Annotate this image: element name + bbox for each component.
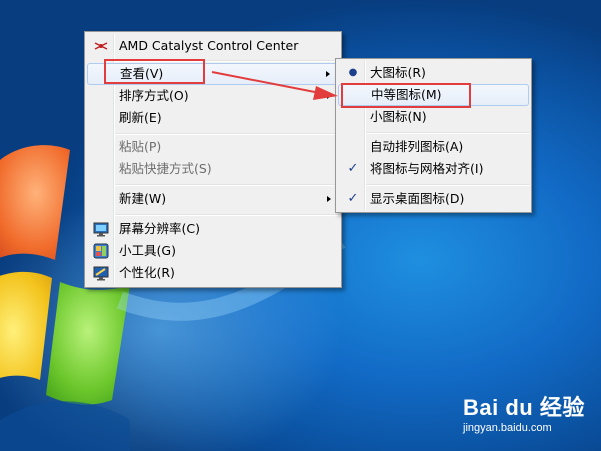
- submenu-arrow-icon: [326, 71, 330, 77]
- screen-resolution-icon: [93, 221, 109, 237]
- view-submenu: ● 大图标(R) 中等图标(M) 小图标(N) 自动排列图标(A) ✓ 将图标与…: [335, 58, 532, 213]
- amd-catalyst-icon: [93, 38, 109, 54]
- menu-item-small-icons[interactable]: 小图标(N): [338, 106, 529, 128]
- menu-item-label: 将图标与网格对齐(I): [370, 161, 484, 176]
- menu-item-auto-arrange[interactable]: 自动排列图标(A): [338, 136, 529, 158]
- menu-item-label: 显示桌面图标(D): [370, 191, 465, 206]
- personalize-icon: [93, 265, 109, 281]
- baidu-jingyan-watermark: Bai du 经验 jingyan.baidu.com: [463, 390, 585, 434]
- menu-separator: [366, 184, 529, 186]
- menu-item-personalize[interactable]: 个性化(R): [87, 262, 339, 284]
- submenu-arrow-icon: [327, 93, 331, 99]
- watermark-url: jingyan.baidu.com: [463, 422, 552, 434]
- menu-item-show-desktop-icons[interactable]: ✓ 显示桌面图标(D): [338, 188, 529, 210]
- menu-item-label: 刷新(E): [119, 110, 162, 125]
- menu-item-paste: 粘贴(P): [87, 136, 339, 158]
- menu-item-screen-resolution[interactable]: 屏幕分辨率(C): [87, 218, 339, 240]
- menu-item-align-to-grid[interactable]: ✓ 将图标与网格对齐(I): [338, 158, 529, 180]
- menu-item-amd-catalyst[interactable]: AMD Catalyst Control Center: [87, 35, 339, 57]
- menu-item-label: 粘贴快捷方式(S): [119, 161, 212, 176]
- menu-item-label: 粘贴(P): [119, 139, 162, 154]
- watermark-logo: Bai du 经验: [463, 395, 585, 420]
- menu-item-sort-by[interactable]: 排序方式(O): [87, 85, 339, 107]
- menu-item-label: 屏幕分辨率(C): [119, 221, 200, 236]
- menu-item-large-icons[interactable]: ● 大图标(R): [338, 62, 529, 84]
- callout-box-view: [104, 59, 205, 84]
- menu-item-label: 小图标(N): [370, 109, 427, 124]
- menu-item-label: 自动排列图标(A): [370, 139, 464, 154]
- menu-separator: [366, 132, 529, 134]
- menu-separator: [115, 184, 339, 186]
- menu-item-label: 排序方式(O): [119, 88, 189, 103]
- gadgets-icon: [93, 243, 109, 259]
- menu-item-refresh[interactable]: 刷新(E): [87, 107, 339, 129]
- checkmark-icon: ✓: [347, 161, 359, 176]
- menu-separator: [115, 133, 339, 135]
- menu-item-label: AMD Catalyst Control Center: [119, 38, 299, 53]
- menu-separator: [115, 214, 339, 216]
- menu-item-label: 新建(W): [119, 191, 167, 206]
- menu-item-new[interactable]: 新建(W): [87, 188, 339, 210]
- menu-item-label: 个性化(R): [119, 265, 175, 280]
- menu-item-gadgets[interactable]: 小工具(G): [87, 240, 339, 262]
- radio-bullet-icon: ●: [348, 67, 358, 78]
- callout-box-medium-icons: [341, 83, 471, 108]
- menu-item-label: 大图标(R): [370, 65, 426, 80]
- checkmark-icon: ✓: [347, 191, 359, 206]
- menu-item-paste-shortcut: 粘贴快捷方式(S): [87, 158, 339, 180]
- menu-item-label: 小工具(G): [119, 243, 176, 258]
- submenu-arrow-icon: [327, 196, 331, 202]
